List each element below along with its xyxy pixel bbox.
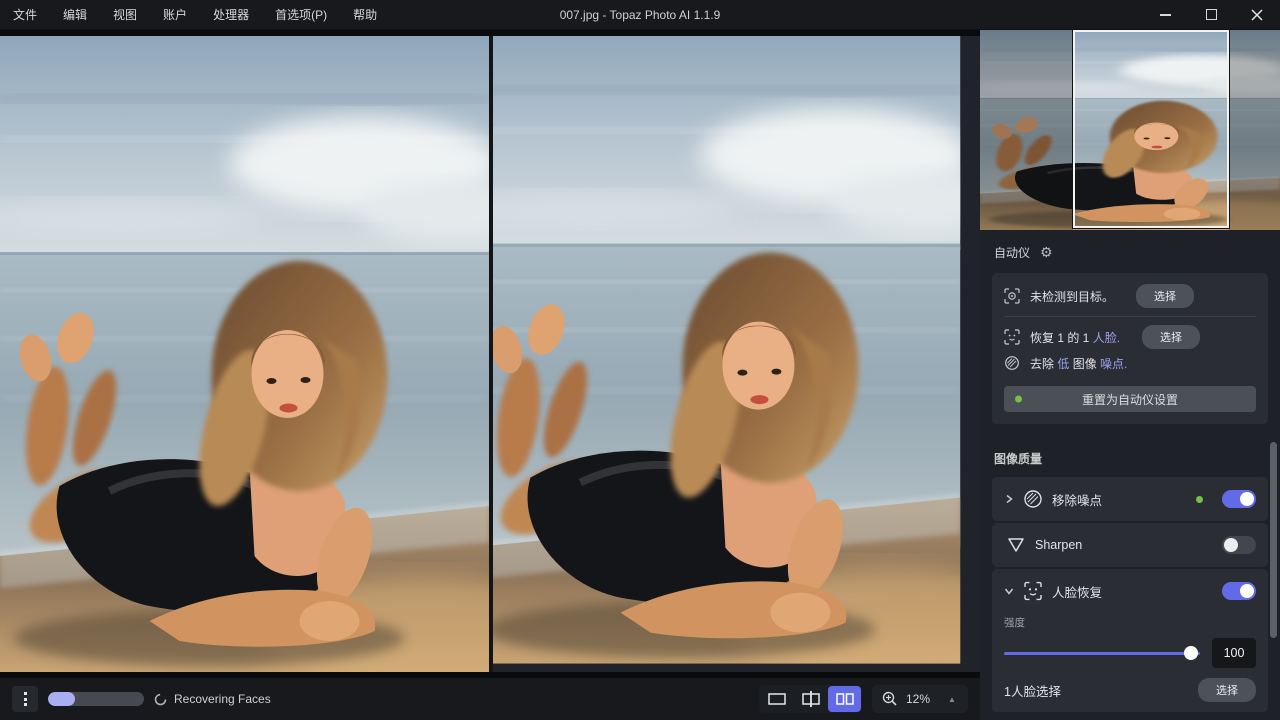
faces-select-button[interactable]: 选择 <box>1198 678 1256 702</box>
navigator-thumbnail <box>980 30 1280 230</box>
minimize-icon <box>1160 14 1171 16</box>
faces-selected-row: 1人脸选择 选择 <box>1004 678 1256 702</box>
remove-noise-card: 移除噪点 <box>992 477 1268 521</box>
status-text: Recovering Faces <box>174 692 271 706</box>
menu-file[interactable]: 文件 <box>13 6 37 23</box>
zoom-level: 12% <box>906 692 930 706</box>
face-recovery-toggle[interactable] <box>1222 582 1256 600</box>
face-recovery-row: 恢复 1 的 1 人脸. 选择 <box>1004 324 1256 350</box>
minimize-button[interactable] <box>1142 0 1188 30</box>
sidebar: 自动仪 ⚙ 未检测到目标。 选择 <box>980 30 1280 720</box>
dots-icon <box>24 692 27 695</box>
progress-bar <box>48 692 144 706</box>
chevron-down-icon[interactable] <box>1004 587 1014 595</box>
original-photo <box>0 36 489 672</box>
image-pane-processed[interactable] <box>493 36 980 672</box>
face-detect-icon <box>1004 329 1020 345</box>
navigator-shade-right <box>1229 30 1280 230</box>
zoom-control[interactable]: 12% ▲ <box>872 685 968 713</box>
status-bar: Recovering Faces <box>0 678 980 720</box>
maximize-button[interactable] <box>1188 0 1234 30</box>
sharpen-card: Sharpen <box>992 523 1268 567</box>
slider-knob[interactable] <box>1184 646 1198 660</box>
target-detection-row: 未检测到目标。 选择 <box>1004 283 1256 309</box>
sharpen-icon <box>1006 535 1026 555</box>
chevron-right-icon[interactable] <box>1004 494 1014 504</box>
face-recovery-settings: 强度 100 1人脸选择 选择 <box>992 613 1268 712</box>
sharpen-header[interactable]: Sharpen <box>992 523 1268 567</box>
menu-bar: 文件 编辑 视图 账户 处理器 首选项(P) 帮助 <box>0 6 377 23</box>
menu-processor[interactable]: 处理器 <box>213 6 249 23</box>
split-view-icon <box>802 691 820 707</box>
menu-view[interactable]: 视图 <box>113 6 137 23</box>
green-status-icon <box>1015 396 1022 403</box>
face-recovery-header[interactable]: 人脸恢复 <box>992 569 1268 613</box>
reset-autopilot-button[interactable]: 重置为自动仪设置 <box>1004 386 1256 412</box>
remove-noise-icon <box>1023 489 1043 509</box>
faces-selected-label: 1人脸选择 <box>1004 681 1061 700</box>
menu-edit[interactable]: 编辑 <box>63 6 87 23</box>
single-view-icon <box>768 693 786 705</box>
menu-preferences[interactable]: 首选项(P) <box>275 6 327 23</box>
autopilot-card: 未检测到目标。 选择 恢复 1 的 1 人脸. 选择 <box>992 273 1268 424</box>
view-mode-group <box>759 685 862 713</box>
image-quality-title: 图像质量 <box>994 450 1266 467</box>
processed-photo <box>493 36 980 672</box>
window-controls <box>1142 0 1280 30</box>
active-indicator-icon <box>1196 496 1203 503</box>
settings-panel: 自动仪 ⚙ 未检测到目标。 选择 <box>980 230 1280 714</box>
slider-track <box>1004 652 1200 655</box>
strength-label: 强度 <box>1004 615 1256 630</box>
face-recovery-card: 人脸恢复 强度 100 <box>992 569 1268 712</box>
close-icon <box>1251 9 1263 21</box>
strength-value-field[interactable]: 100 <box>1212 638 1256 668</box>
sharpen-label: Sharpen <box>1035 538 1082 552</box>
zoom-caret-icon[interactable]: ▲ <box>948 695 956 704</box>
gear-icon[interactable]: ⚙ <box>1040 246 1053 260</box>
image-canvas <box>0 30 980 678</box>
image-pane-original[interactable] <box>0 36 489 672</box>
menu-account[interactable]: 账户 <box>163 6 187 23</box>
sharpen-toggle[interactable] <box>1222 536 1256 554</box>
more-menu-button[interactable] <box>12 686 38 712</box>
navigator-shade-left <box>980 30 1073 230</box>
spinner-icon <box>154 693 167 706</box>
noise-removal-row: 去除 低 图像 噪点. <box>1004 350 1256 376</box>
remove-noise-header[interactable]: 移除噪点 <box>992 477 1268 521</box>
app-window: 007.jpg - Topaz Photo AI 1.1.9 文件 编辑 视图 … <box>0 0 1280 720</box>
navigator-viewport-box[interactable] <box>1073 30 1229 228</box>
side-by-side-view-button[interactable] <box>828 686 861 712</box>
autopilot-title: 自动仪 <box>994 244 1030 261</box>
close-button[interactable] <box>1234 0 1280 30</box>
side-by-side-view-icon <box>836 693 854 705</box>
strength-slider[interactable] <box>1004 645 1200 661</box>
title-bar: 007.jpg - Topaz Photo AI 1.1.9 文件 编辑 视图 … <box>0 0 1280 30</box>
menu-help[interactable]: 帮助 <box>353 6 377 23</box>
panel-scrollbar[interactable] <box>1270 442 1277 638</box>
split-view-button[interactable] <box>794 686 827 712</box>
maximize-icon <box>1206 9 1217 20</box>
divider <box>1004 316 1256 317</box>
remove-noise-toggle[interactable] <box>1222 490 1256 508</box>
noise-icon <box>1004 355 1020 371</box>
face-recovery-label: 人脸恢复 <box>1052 582 1102 601</box>
target-detect-icon <box>1004 288 1020 304</box>
face-recovery-icon <box>1023 581 1043 601</box>
remove-noise-label: 移除噪点 <box>1052 490 1102 509</box>
progress-fill <box>48 692 75 706</box>
target-select-button[interactable]: 选择 <box>1136 284 1194 308</box>
zoom-in-icon <box>882 691 898 707</box>
face-select-button[interactable]: 选择 <box>1142 325 1200 349</box>
single-view-button[interactable] <box>760 686 793 712</box>
target-detect-text: 未检测到目标。 <box>1030 288 1114 305</box>
face-recovery-text: 恢复 1 的 1 人脸. <box>1030 329 1120 346</box>
noise-removal-text: 去除 低 图像 噪点. <box>1030 355 1127 372</box>
save-area: 保存图像 <box>980 714 1280 720</box>
